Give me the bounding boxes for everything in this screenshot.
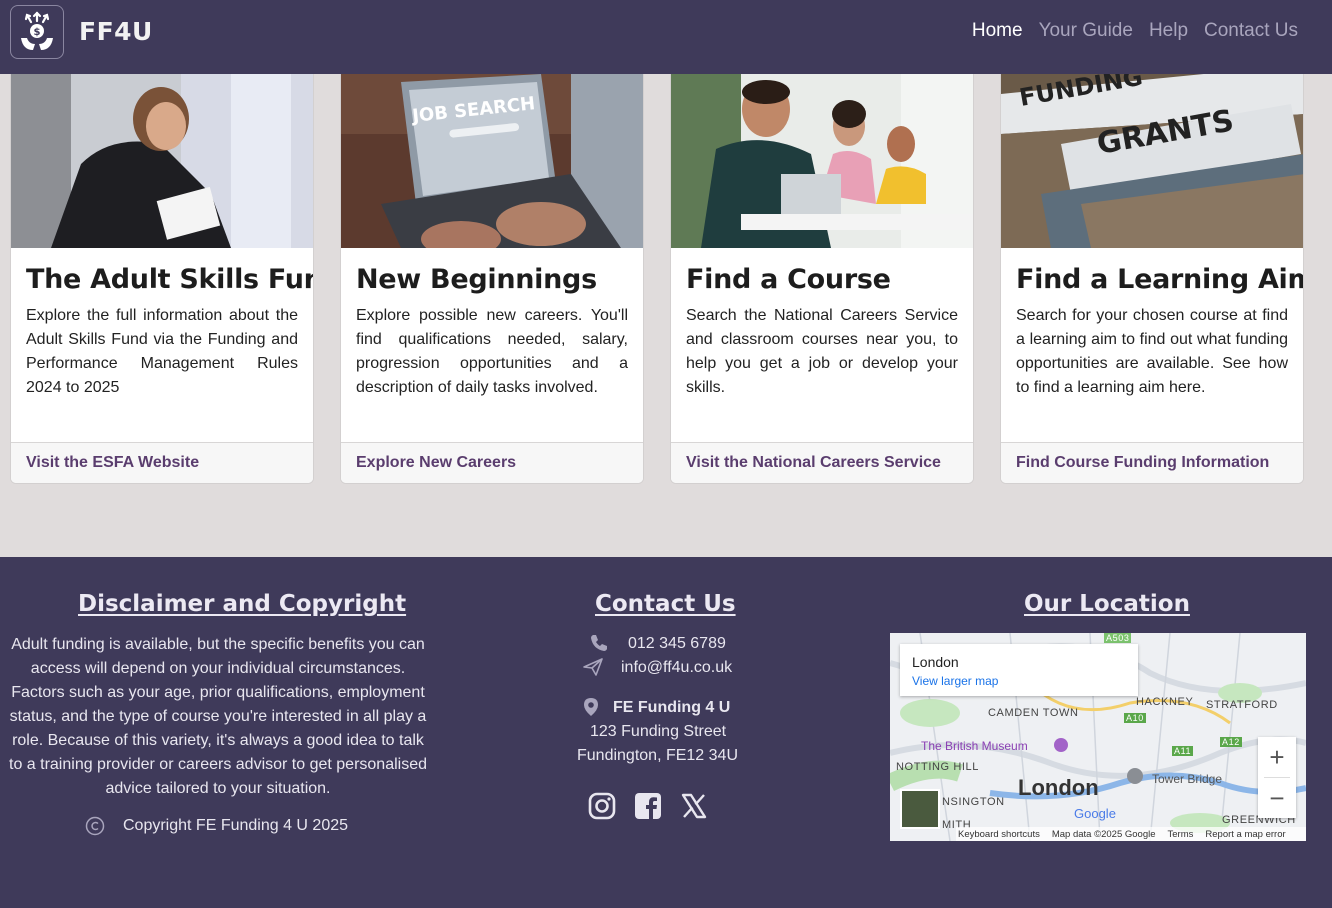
embedded-map[interactable]: CAMDEN TOWN HACKNEY STRATFORD The Britis… <box>890 633 1306 841</box>
map-label-kensington: NSINGTON <box>942 796 1005 808</box>
national-careers-link[interactable]: Visit the National Careers Service <box>686 454 941 472</box>
phone-icon <box>591 635 607 651</box>
zoom-controls: + − <box>1258 737 1296 818</box>
map-road-a10: A10 <box>1124 713 1146 723</box>
visit-esfa-link[interactable]: Visit the ESFA Website <box>26 454 199 472</box>
card-footer: Visit the National Careers Service <box>671 442 973 483</box>
nav-help[interactable]: Help <box>1149 20 1188 42</box>
navbar: $ FF4U Home Your Guide Help Contact Us <box>0 0 1332 74</box>
nav-your-guide[interactable]: Your Guide <box>1039 20 1133 42</box>
x-twitter-icon[interactable] <box>680 792 708 820</box>
card-text: Search the National Careers Service and … <box>686 307 958 396</box>
copyright-icon <box>85 816 105 836</box>
instagram-icon[interactable] <box>588 792 616 820</box>
map-place-title: London <box>912 654 959 670</box>
map-road-a11: A11 <box>1172 746 1194 756</box>
phone-number[interactable]: 012 345 6789 <box>628 635 726 653</box>
card-new-beginnings: JOB SEARCH New Beginnings Explore possib… <box>340 74 644 484</box>
map-label-stratford: STRATFORD <box>1206 699 1278 711</box>
footer: Disclaimer and Copyright Adult funding i… <box>0 557 1332 908</box>
nav-home[interactable]: Home <box>972 20 1023 42</box>
address-town: Fundington, FE12 34U <box>577 747 738 764</box>
card-title: New Beginnings <box>356 264 597 295</box>
view-larger-map-link[interactable]: View larger map <box>912 674 998 688</box>
card-title: The Adult Skills Fund <box>26 264 314 295</box>
disclaimer-heading: Disclaimer and Copyright <box>78 591 407 617</box>
location-heading: Our Location <box>1024 591 1190 617</box>
location-pin-icon <box>584 698 598 716</box>
copyright-text: Copyright FE Funding 4 U 2025 <box>123 817 349 834</box>
zoom-in-button[interactable]: + <box>1258 737 1296 777</box>
map-label-tower-bridge: Tower Bridge <box>1152 772 1223 786</box>
card-footer: Explore New Careers <box>341 442 643 483</box>
card-image-students-laptops <box>671 74 973 248</box>
keyboard-shortcuts-link[interactable]: Keyboard shortcuts <box>958 829 1040 840</box>
map-info-card: London View larger map <box>900 644 1138 696</box>
card-find-a-course: Find a Course Search the National Career… <box>670 74 974 484</box>
card-text: Explore the full information about the A… <box>26 307 298 396</box>
card-find-a-learning-aim: FUNDING GRANTS Find a Learning Aim Searc… <box>1000 74 1304 484</box>
copyright-row: Copyright FE Funding 4 U 2025 <box>85 816 348 836</box>
map-road-a12: A12 <box>1220 737 1242 747</box>
address-street: 123 Funding Street <box>590 723 727 740</box>
zoom-out-button[interactable]: − <box>1258 778 1296 818</box>
card-text: Explore possible new careers. You'll fin… <box>356 307 628 396</box>
satellite-toggle[interactable] <box>900 789 940 829</box>
map-data-text: Map data ©2025 Google <box>1051 828 1156 840</box>
nav-links: Home Your Guide Help Contact Us <box>972 20 1298 42</box>
map-attribution: Keyboard shortcuts Map data ©2025 Google… <box>956 827 1306 841</box>
card-image-woman-writing <box>11 74 313 248</box>
card-footer: Visit the ESFA Website <box>11 442 313 483</box>
terms-link[interactable]: Terms <box>1168 829 1194 840</box>
map-road-a503: A503 <box>1104 633 1132 643</box>
map-label-british-museum: The British Museum <box>921 739 1028 753</box>
map-label-notting-hill: NOTTING HILL <box>896 761 979 773</box>
send-icon <box>583 658 603 676</box>
card-text: Search for your chosen course at find a … <box>1016 307 1288 396</box>
contact-heading: Contact Us <box>595 591 736 617</box>
map-label-hackney: HACKNEY <box>1136 696 1194 708</box>
org-name: FE Funding 4 U <box>613 699 731 716</box>
brand-name[interactable]: FF4U <box>79 17 153 46</box>
logo-icon[interactable]: $ <box>10 5 64 59</box>
course-funding-link[interactable]: Find Course Funding Information <box>1016 454 1269 472</box>
nav-contact-us[interactable]: Contact Us <box>1204 20 1298 42</box>
report-error-link[interactable]: Report a map error <box>1205 829 1285 840</box>
card-footer: Find Course Funding Information <box>1001 442 1303 483</box>
card-title: Find a Course <box>686 264 891 295</box>
card-title: Find a Learning Aim <box>1016 264 1304 295</box>
facebook-icon[interactable] <box>634 792 662 820</box>
card-adult-skills-fund: The Adult Skills Fund Explore the full i… <box>10 74 314 484</box>
card-image-grants-folders: FUNDING GRANTS <box>1001 74 1303 248</box>
explore-careers-link[interactable]: Explore New Careers <box>356 454 516 472</box>
email-address[interactable]: info@ff4u.co.uk <box>621 659 732 677</box>
map-label-camden: CAMDEN TOWN <box>988 707 1079 719</box>
svg-text:$: $ <box>34 27 41 38</box>
map-big-label: London <box>1018 775 1099 800</box>
google-logo: Google <box>1074 806 1116 821</box>
social-links <box>588 792 708 820</box>
disclaimer-text: Adult funding is available, but the spec… <box>9 636 427 797</box>
card-image-laptop-job-search: JOB SEARCH <box>341 74 643 248</box>
